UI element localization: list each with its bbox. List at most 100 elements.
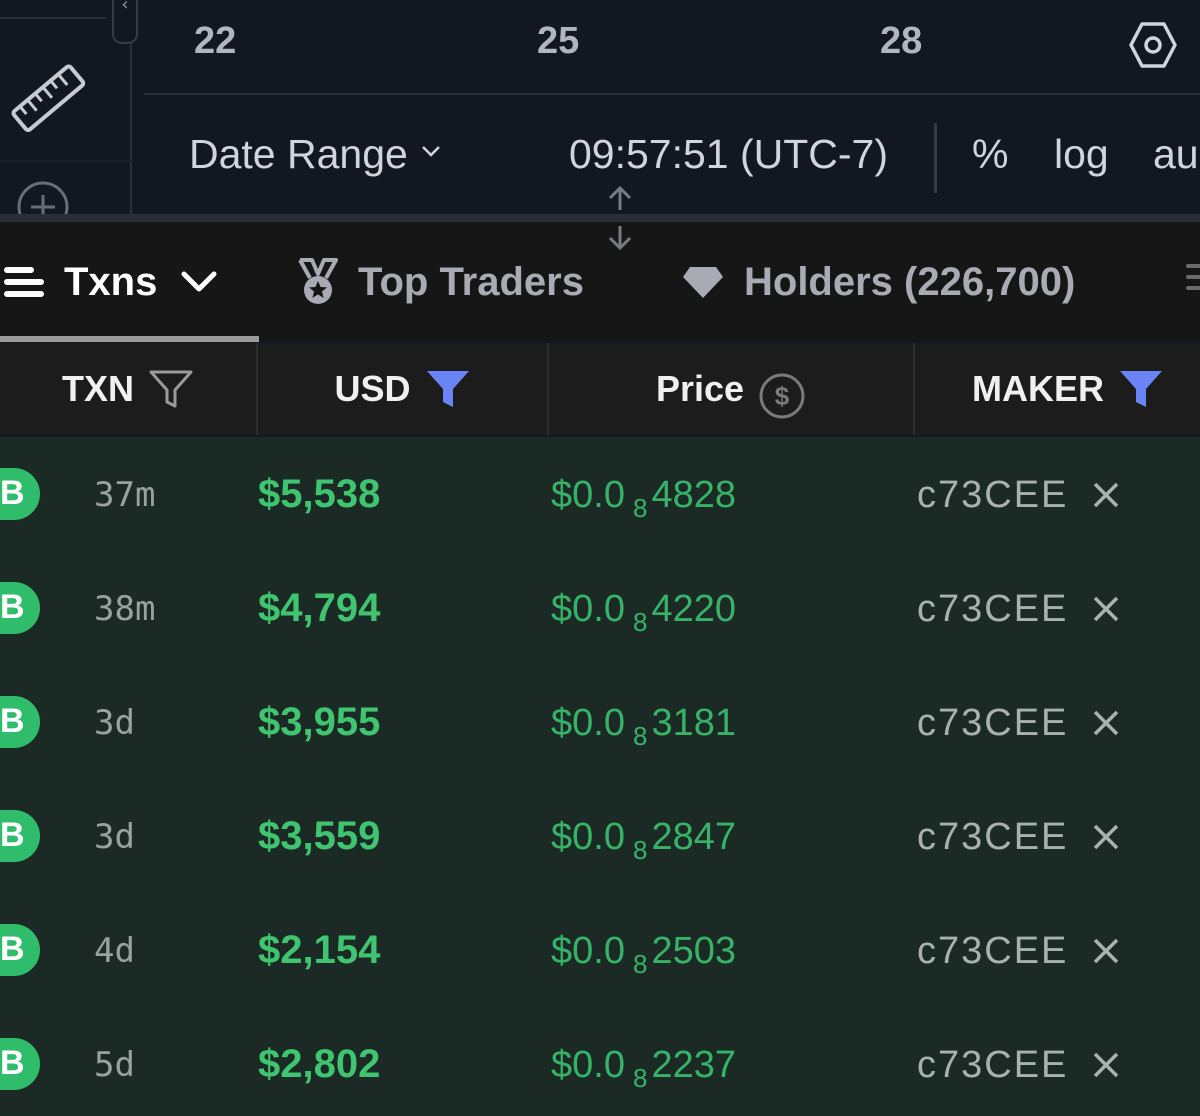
date-range-label: Date Range [189,131,408,177]
axis-tick: 22 [194,20,237,62]
txn-age: 3d [94,703,135,743]
collapse-toolbar-button[interactable]: ‹ [112,0,138,44]
filter-icon[interactable] [148,369,194,409]
txn-usd-value: $3,955 [258,700,381,744]
transactions-table: B 37m $5,538 $0.0 8 4828 c73CEE B 38m $4,794 $0.0 8… [0,437,1200,1116]
table-row[interactable]: B 4d $2,154 $0.0 8 2503 c73CEE [0,893,1200,1007]
txn-usd-value: $4,794 [258,586,381,630]
txn-type-label: B [0,702,25,740]
price-prefix: $0.0 [551,474,625,516]
list-icon [4,267,44,297]
column-header-label: TXN [62,368,134,409]
table-row[interactable]: B 3d $3,559 $0.0 8 2847 c73CEE [0,779,1200,893]
price-digits: 2503 [651,930,736,972]
txn-usd-value: $2,802 [258,1042,381,1086]
percent-scale-toggle[interactable]: % [972,131,1008,178]
txn-price: $0.0 8 2237 [551,1044,736,1093]
txn-price: $0.0 8 4828 [551,474,736,523]
tab-label: Txns [64,259,158,304]
column-header-label: MAKER [972,368,1104,409]
close-icon[interactable] [1092,595,1120,623]
price-zero-count: 8 [632,493,648,523]
maker-address[interactable]: c73CEE [917,816,1068,859]
price-prefix: $0.0 [551,1044,625,1086]
buy-badge: B [0,1038,40,1090]
price-digits: 4828 [651,474,736,516]
close-icon[interactable] [1092,709,1120,737]
auto-scale-toggle[interactable]: au [1153,131,1199,178]
txn-age: 4d [94,931,135,971]
ruler-icon[interactable] [8,58,90,140]
tab-txns[interactable]: Txns [4,252,217,312]
column-header-label: Price [655,368,745,409]
price-prefix: $0.0 [551,930,625,972]
maker-address[interactable]: c73CEE [917,930,1068,973]
maker-address[interactable]: c73CEE [917,1044,1068,1087]
currency-toggle-icon[interactable]: $ [758,372,806,420]
txn-usd-value: $5,538 [258,472,381,516]
price-zero-count: 8 [632,1063,648,1093]
column-header-maker[interactable]: MAKER [915,343,1200,435]
more-tabs-icon[interactable] [1186,262,1200,292]
table-row[interactable]: B 38m $4,794 $0.0 8 4220 c73CEE [0,551,1200,665]
price-prefix: $0.0 [551,702,625,744]
column-header-label: USD [334,368,411,409]
svg-text:$: $ [775,381,790,411]
table-row[interactable]: B 37m $5,538 $0.0 8 4828 c73CEE [0,437,1200,551]
date-range-dropdown[interactable]: Date Range [189,131,442,178]
tab-holders[interactable]: Holders (226,700) [682,252,1075,312]
txn-type-label: B [0,1044,25,1082]
log-scale-toggle[interactable]: log [1054,131,1109,178]
close-icon[interactable] [1092,823,1120,851]
filter-active-icon[interactable] [1118,369,1164,409]
txn-usd-value: $2,154 [258,928,381,972]
settings-icon[interactable] [1128,20,1178,70]
txn-age: 5d [94,1045,135,1085]
txn-price: $0.0 8 2503 [551,930,736,979]
price-prefix: $0.0 [551,588,625,630]
axis-tick: 28 [880,20,923,62]
txn-age: 37m [94,475,156,515]
toolbar-divider [0,17,106,19]
close-icon[interactable] [1092,937,1120,965]
timezone-clock[interactable]: 09:57:51 (UTC-7) [569,131,888,178]
price-zero-count: 8 [632,835,648,865]
price-digits: 4220 [651,588,736,630]
table-row[interactable]: B 3d $3,955 $0.0 8 3181 c73CEE [0,665,1200,779]
table-row[interactable]: B 5d $2,802 $0.0 8 2237 c73CEE [0,1007,1200,1116]
chevron-down-icon [181,271,217,292]
resize-handle-icon[interactable] [600,186,640,252]
diamond-icon [683,267,723,298]
toolbar-divider [0,160,132,162]
table-header: TXN USD Price $ MAKER [0,343,1200,435]
close-icon[interactable] [1092,1051,1120,1079]
medal-icon [298,258,338,304]
filter-active-icon[interactable] [425,369,471,409]
active-tab-indicator [0,336,259,342]
price-zero-count: 8 [632,607,648,637]
drawing-toolbar: ‹ [0,0,138,233]
tab-top-traders[interactable]: Top Traders [296,252,584,312]
close-icon[interactable] [1092,481,1120,509]
maker-address[interactable]: c73CEE [917,474,1068,517]
txn-usd-value: $3,559 [258,814,381,858]
buy-badge: B [0,696,40,748]
price-digits: 2847 [651,816,736,858]
column-header-price[interactable]: Price $ [549,343,915,435]
buy-badge: B [0,582,40,634]
buy-badge: B [0,468,40,520]
tab-label: Holders (226,700) [744,259,1076,304]
txn-type-label: B [0,816,25,854]
column-header-txn[interactable]: TXN [0,343,258,435]
txn-age: 38m [94,589,156,629]
axis-tick: 25 [537,20,580,62]
buy-badge: B [0,810,40,862]
txn-type-label: B [0,588,25,626]
maker-address[interactable]: c73CEE [917,702,1068,745]
price-zero-count: 8 [632,721,648,751]
column-header-usd[interactable]: USD [258,343,549,435]
maker-address[interactable]: c73CEE [917,588,1068,631]
chart-area: ‹ 22 25 28 Date Range 09:57:51 (UTC-7) %… [0,0,1200,233]
chart-controls: Date Range 09:57:51 (UTC-7) % log au [144,97,1200,214]
tab-label: Top Traders [358,259,584,304]
